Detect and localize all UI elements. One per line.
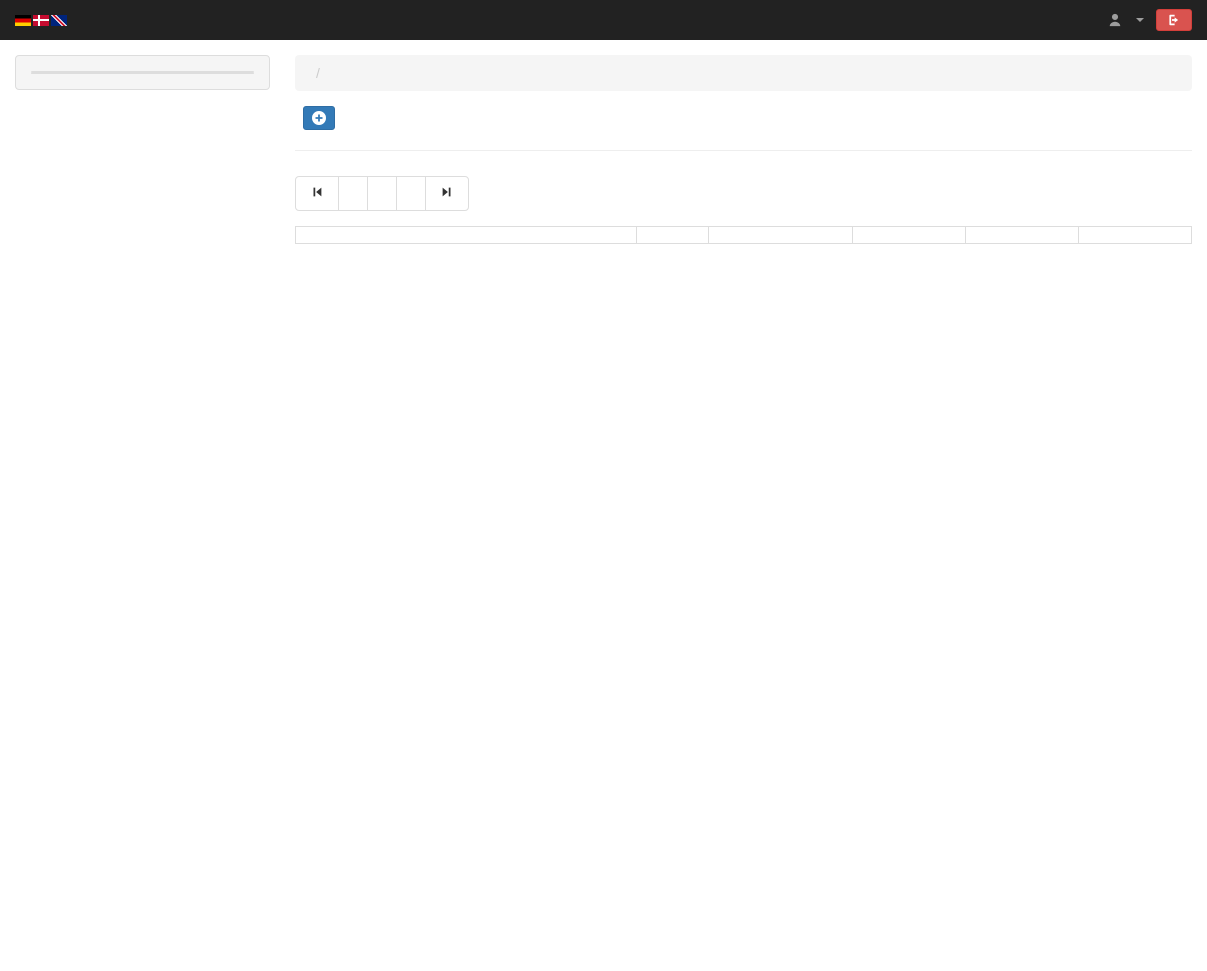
signout-icon: [1165, 13, 1179, 27]
pagination-last[interactable]: [425, 176, 469, 211]
th-export: [852, 227, 965, 244]
caret-down-icon: [1136, 18, 1144, 22]
step-forward-icon: [440, 185, 454, 199]
add-template-button[interactable]: [303, 106, 335, 130]
pagination-first[interactable]: [295, 176, 339, 211]
flag-dk[interactable]: [33, 15, 49, 26]
logout-button[interactable]: [1156, 9, 1192, 31]
sidebar: [15, 55, 270, 90]
template-table: [295, 226, 1192, 244]
language-flags: [15, 15, 67, 26]
pagination-size-100[interactable]: [396, 176, 426, 211]
user-icon: [1108, 13, 1122, 27]
th-delete: [965, 227, 1078, 244]
navbar: [0, 0, 1207, 40]
flag-uk[interactable]: [51, 15, 67, 26]
step-backward-icon: [310, 185, 324, 199]
pagination: [295, 176, 469, 211]
plus-circle-icon: [312, 111, 326, 125]
navbar-user-menu[interactable]: [1108, 13, 1144, 27]
pagination-size-20[interactable]: [338, 176, 368, 211]
th-edit: [1078, 227, 1191, 244]
flag-de[interactable]: [15, 15, 31, 26]
main-content: /: [295, 55, 1192, 244]
pagination-size-50[interactable]: [367, 176, 397, 211]
breadcrumb: /: [295, 55, 1192, 91]
